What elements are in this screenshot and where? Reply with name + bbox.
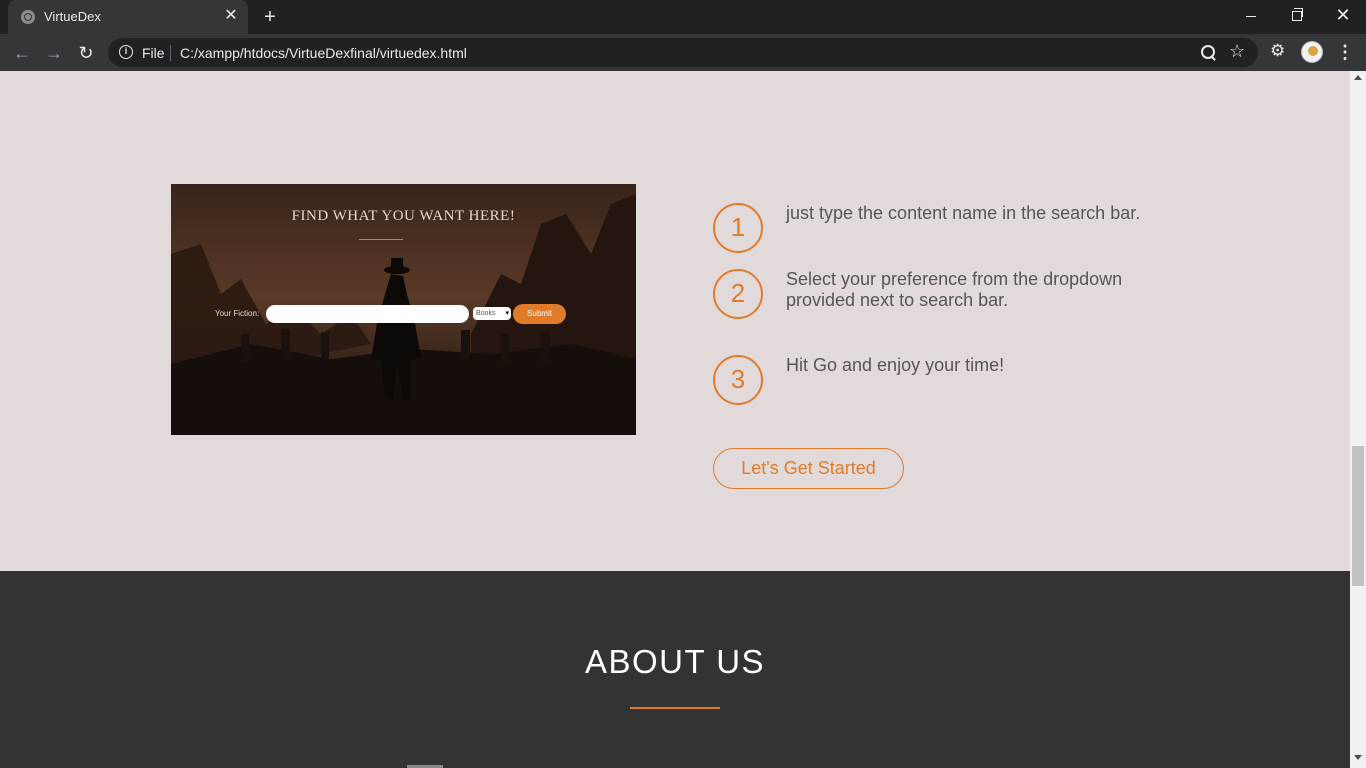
- address-bar[interactable]: i File C:/xampp/htdocs/VirtueDexfinal/vi…: [108, 38, 1258, 67]
- restore-icon: [1292, 8, 1303, 22]
- minimize-icon: [1246, 15, 1256, 17]
- restore-button[interactable]: [1274, 0, 1320, 30]
- extensions-icon[interactable]: ⚙: [1270, 41, 1285, 61]
- get-started-button[interactable]: Let's Get Started: [713, 448, 904, 489]
- scroll-up-icon[interactable]: [1354, 75, 1362, 80]
- step-number: 1: [713, 203, 763, 253]
- globe-icon: [21, 10, 35, 24]
- forward-icon[interactable]: →: [41, 40, 67, 66]
- browser-tab[interactable]: VirtueDex ✕: [8, 0, 248, 34]
- omnibox-divider: [170, 45, 171, 61]
- zoom-icon[interactable]: [1200, 44, 1218, 62]
- new-tab-button[interactable]: +: [258, 5, 282, 29]
- browser-titlebar: VirtueDex ✕ + ✕: [0, 0, 1366, 34]
- tab-title: VirtueDex: [44, 9, 101, 24]
- step-text: Select your preference from the dropdown…: [786, 269, 1123, 310]
- scrollbar-thumb[interactable]: [1352, 446, 1364, 586]
- preview-submit-button: Submit: [513, 304, 566, 324]
- browser-toolbar: ← → ↻ i File C:/xampp/htdocs/VirtueDexfi…: [0, 34, 1366, 71]
- info-icon[interactable]: i: [119, 45, 133, 59]
- preview-heading-underline: [359, 239, 403, 240]
- scroll-down-icon[interactable]: [1354, 755, 1362, 760]
- scheme-label: File: [142, 45, 165, 61]
- preview-search-input: [266, 305, 469, 323]
- how-it-works-section: FIND WHAT YOU WANT HERE! Your Fiction: B…: [0, 71, 1350, 571]
- preview-heading: FIND WHAT YOU WANT HERE!: [291, 208, 516, 224]
- step-text: Hit Go and enjoy your time!: [786, 355, 1005, 375]
- url-text[interactable]: C:/xampp/htdocs/VirtueDexfinal/virtuedex…: [180, 45, 467, 61]
- step-number: 3: [713, 355, 763, 405]
- reload-icon[interactable]: ↻: [73, 40, 99, 66]
- about-us-underline: [630, 707, 720, 709]
- back-icon[interactable]: ←: [9, 40, 35, 66]
- step-number: 2: [713, 269, 763, 319]
- menu-icon[interactable]: ⋮: [1336, 41, 1354, 63]
- about-us-heading: ABOUT US: [584, 643, 766, 680]
- about-us-section: ABOUT US: [0, 571, 1350, 768]
- star-icon[interactable]: ☆: [1229, 41, 1245, 62]
- preview-select: Books: [473, 307, 511, 320]
- window-close-button[interactable]: ✕: [1320, 0, 1366, 30]
- preview-field-label: Your Fiction:: [215, 309, 260, 318]
- minimize-button[interactable]: [1228, 0, 1274, 30]
- step-text: just type the content name in the search…: [786, 203, 1141, 223]
- page-scrollbar[interactable]: [1350, 71, 1366, 768]
- avatar[interactable]: [1301, 41, 1323, 63]
- page-viewport: FIND WHAT YOU WANT HERE! Your Fiction: B…: [0, 71, 1350, 768]
- search-preview-image: FIND WHAT YOU WANT HERE! Your Fiction: B…: [171, 184, 636, 435]
- tab-close-icon[interactable]: ✕: [222, 7, 240, 25]
